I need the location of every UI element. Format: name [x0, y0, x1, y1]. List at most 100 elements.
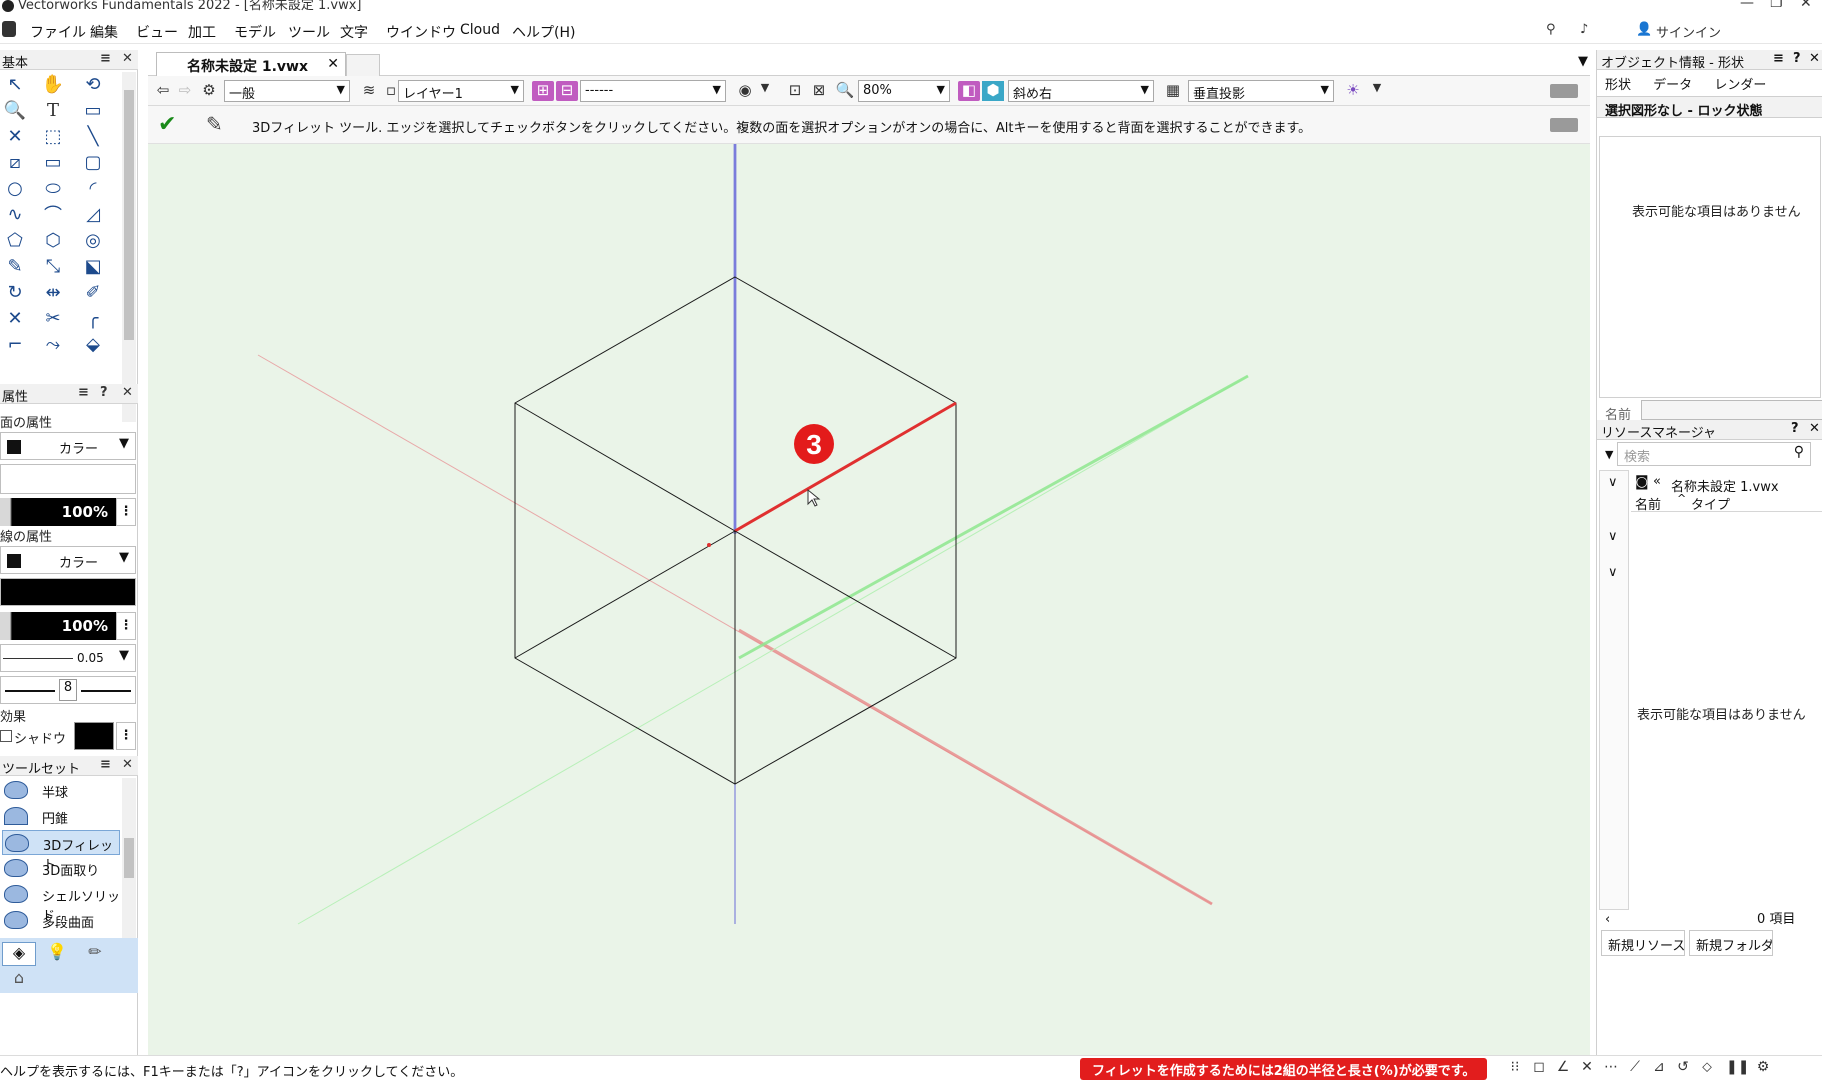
- chevron-down-icon[interactable]: ▼: [1605, 448, 1613, 461]
- app-menu-icon[interactable]: [2, 21, 16, 37]
- palette-close-icon[interactable]: ✕: [122, 51, 133, 66]
- layer-stack-alt-icon[interactable]: ⊟: [556, 81, 578, 101]
- attribute-mapping-tool-icon[interactable]: ⬕: [80, 254, 106, 278]
- toolset-item-shell-solid[interactable]: シェルソリッド: [2, 882, 120, 924]
- search-tool-icon[interactable]: ⚲: [1546, 22, 1556, 37]
- viewbar-collapse-button[interactable]: [1550, 84, 1578, 98]
- toolset-item-3d-chamfer[interactable]: 3D面取り: [2, 856, 120, 881]
- visualization-tab-icon[interactable]: 💡: [40, 942, 74, 966]
- menu-modify[interactable]: 加工: [188, 22, 216, 42]
- palette-close-icon[interactable]: ✕: [1809, 51, 1820, 66]
- cube-back-edge-left[interactable]: [514, 530, 736, 659]
- menu-window[interactable]: ウインドウ: [386, 22, 456, 42]
- palette-menu-icon[interactable]: ≡: [100, 51, 111, 66]
- palette-menu-icon[interactable]: ≡: [100, 757, 111, 772]
- gear-icon[interactable]: ⚙: [1752, 1059, 1774, 1079]
- regular-polygon-tool-icon[interactable]: ⬡: [40, 228, 66, 252]
- text-tool-icon[interactable]: T: [40, 98, 66, 122]
- rotate-tool-icon[interactable]: ↻: [2, 280, 28, 304]
- menu-edit[interactable]: 編集: [90, 22, 118, 42]
- mirror-tool-icon[interactable]: ⇹: [40, 280, 66, 304]
- zoom-tool-icon[interactable]: 🔍: [2, 98, 28, 122]
- palette-close-icon[interactable]: ✕: [122, 385, 133, 400]
- menu-tools[interactable]: ツール: [288, 22, 330, 42]
- help-icon[interactable]: ?: [1793, 51, 1801, 66]
- arc-tool-icon[interactable]: ◜: [80, 176, 106, 200]
- close-icon[interactable]: ✕: [1800, 0, 1812, 11]
- toolset-scrollbar[interactable]: [122, 778, 136, 938]
- rounded-rect-tool-icon[interactable]: ▢: [80, 150, 106, 174]
- snap-object-icon[interactable]: ◻: [1528, 1059, 1550, 1079]
- menu-cloud[interactable]: Cloud: [460, 22, 500, 38]
- projection-mode-icon[interactable]: ⬢: [982, 81, 1004, 101]
- tab-data[interactable]: データ: [1651, 78, 1694, 93]
- chevron-down-icon[interactable]: ∨: [1608, 475, 1618, 490]
- line-weight-dropdown[interactable]: 0.05 ▼: [0, 644, 136, 672]
- line-opacity-field[interactable]: 100%: [0, 612, 116, 640]
- pause-icon[interactable]: ❚❚: [1726, 1059, 1749, 1079]
- palette-close-icon[interactable]: ✕: [1809, 421, 1820, 436]
- saved-view-select[interactable]: ------ ▼: [580, 80, 726, 102]
- chevron-down-icon[interactable]: ▼: [754, 81, 776, 101]
- drawing-canvas[interactable]: 3: [148, 144, 1590, 1055]
- visibility-icon[interactable]: ◉: [734, 81, 756, 101]
- reshape-tool-icon[interactable]: ✐: [80, 280, 106, 304]
- help-icon[interactable]: ?: [100, 385, 108, 400]
- chevron-left-icon[interactable]: ‹: [1605, 912, 1610, 927]
- palette-menu-icon[interactable]: ≡: [78, 385, 89, 400]
- chevron-down-icon[interactable]: ∨: [1608, 565, 1618, 580]
- document-tab[interactable]: 名称未設定 1.vwx ✕: [156, 52, 346, 76]
- new-resource-button[interactable]: 新規リソース...: [1601, 930, 1685, 956]
- circle-tool-icon[interactable]: ○: [2, 176, 28, 200]
- class-options-icon[interactable]: ⚙: [198, 81, 220, 101]
- back-icon[interactable]: ⇦: [152, 81, 174, 101]
- tab-shape[interactable]: 形状: [1603, 78, 1633, 93]
- forward-icon[interactable]: ⇨: [174, 81, 196, 101]
- snap-tangent-icon[interactable]: ⟋: [1624, 1059, 1646, 1079]
- restore-icon[interactable]: ❐: [1770, 0, 1783, 11]
- double-chevron-left-icon[interactable]: «: [1653, 474, 1661, 489]
- signin-link[interactable]: サインイン: [1656, 22, 1721, 41]
- scrollbar-thumb[interactable]: [124, 90, 134, 340]
- name-field[interactable]: [1641, 400, 1822, 420]
- scrollbar-thumb[interactable]: [124, 838, 134, 878]
- fillet-edge-tool-icon[interactable]: ✎: [206, 112, 223, 136]
- cube-back-edge-right[interactable]: [734, 530, 957, 659]
- layer-stack-icon[interactable]: ⊞: [532, 81, 554, 101]
- class-select[interactable]: 一般 ▼: [224, 80, 350, 102]
- dimension-tab-icon[interactable]: ✏: [78, 942, 112, 966]
- minimize-icon[interactable]: —: [1740, 0, 1754, 11]
- resize-tool-icon[interactable]: ⤡: [40, 254, 66, 278]
- fill-opacity-more-icon[interactable]: ⋮: [116, 498, 136, 526]
- fillet-tool-icon[interactable]: ╭: [80, 306, 106, 330]
- toolset-item-cone[interactable]: 円錐: [2, 804, 120, 829]
- bell-icon[interactable]: ♪: [1580, 22, 1588, 37]
- eyedropper-tool-icon[interactable]: ✎: [2, 254, 28, 278]
- tab-list-chevron-icon[interactable]: ▼: [1578, 54, 1588, 69]
- zoom-icon[interactable]: 🔍: [834, 81, 856, 101]
- basic-palette-scrollbar[interactable]: [122, 72, 136, 422]
- oval-tool-icon[interactable]: ⬭: [40, 176, 66, 200]
- close-tab-icon[interactable]: ✕: [327, 56, 339, 72]
- snap-working-plane-icon[interactable]: ⬦: [1696, 1059, 1718, 1079]
- projection-select[interactable]: 垂直投影 ▼: [1188, 80, 1334, 102]
- polygon-tool-icon[interactable]: ◿: [80, 202, 106, 226]
- rectangle-tool-icon[interactable]: ▭: [40, 150, 66, 174]
- callout-tool-icon[interactable]: ▭: [80, 98, 106, 122]
- split-tool-icon[interactable]: ✂: [40, 306, 66, 330]
- selected-cube-edge[interactable]: [734, 401, 957, 533]
- sort-up-icon[interactable]: ^: [1677, 492, 1686, 505]
- fill-pattern-field[interactable]: [0, 464, 136, 494]
- new-tab-button[interactable]: [346, 54, 380, 76]
- chamfer-tool-icon[interactable]: ⌐: [2, 332, 28, 356]
- double-line-polygon-tool-icon[interactable]: ⬠: [2, 228, 28, 252]
- 3d-modeling-tab-icon[interactable]: ◈: [2, 942, 36, 966]
- line-type-dropdown[interactable]: カラー ▼: [0, 546, 136, 574]
- line-color-field[interactable]: [0, 578, 136, 606]
- flyover-tool-icon[interactable]: ⟲: [80, 72, 106, 96]
- wall-tool-icon[interactable]: ⧄: [2, 150, 28, 174]
- cube-edge-left[interactable]: [514, 402, 736, 532]
- arrowhead-selector[interactable]: 8: [0, 676, 136, 704]
- polyline-tool-icon[interactable]: ⌒: [40, 202, 66, 226]
- column-name[interactable]: 名前: [1635, 494, 1661, 513]
